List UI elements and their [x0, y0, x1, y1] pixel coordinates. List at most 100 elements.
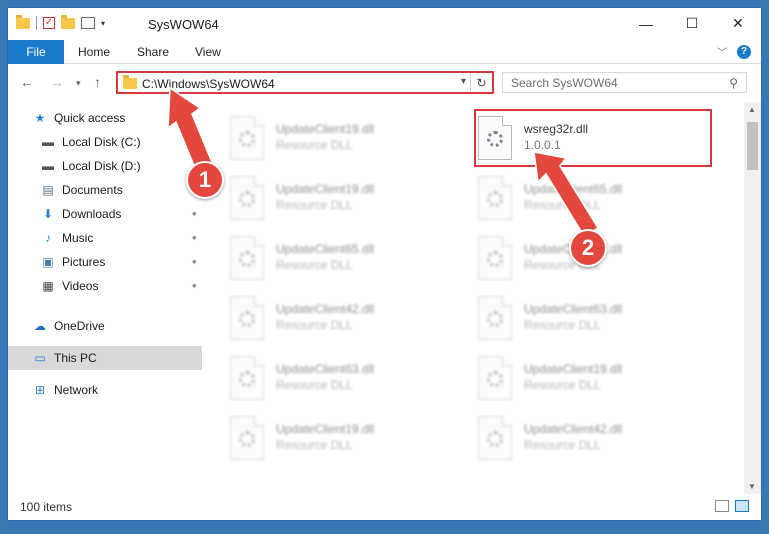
dll-file-icon	[478, 356, 512, 400]
gear-icon	[487, 431, 503, 447]
tab-share[interactable]: Share	[137, 45, 169, 59]
tab-view[interactable]: View	[195, 45, 221, 59]
drive-icon: ▬	[42, 135, 54, 149]
dll-file-icon	[230, 116, 264, 160]
explorer-window: ✓ ▾ SysWOW64 — ☐ ✕ File Home Share View …	[7, 7, 762, 521]
gear-icon	[487, 251, 503, 267]
minimize-button[interactable]: —	[623, 8, 669, 39]
file-item[interactable]: UpdateClient19.dll Resource DLL	[208, 170, 446, 226]
sidebar-item-videos[interactable]: ▦ Videos ✦	[8, 274, 202, 298]
sidebar-item-local-disk-d[interactable]: ▬ Local Disk (D:)	[8, 154, 202, 178]
sidebar-item-downloads[interactable]: ⬇ Downloads ✦	[8, 202, 202, 226]
dll-file-icon	[478, 176, 512, 220]
navigation-bar: ← → ▾ ↑ C:\Windows\SysWOW64 ▾ ↻ Search S…	[8, 65, 761, 99]
search-placeholder: Search SysWOW64	[511, 76, 618, 90]
view-toggle	[715, 500, 749, 512]
gear-icon	[239, 251, 255, 267]
search-input[interactable]: Search SysWOW64 ⚲	[502, 72, 747, 93]
pin-icon[interactable]: ✦	[190, 233, 198, 244]
quick-access-toolbar: ✓ ▾	[16, 14, 105, 30]
new-folder-icon[interactable]	[61, 14, 75, 29]
file-item[interactable]: UpdateClient42.dll Resource DLL	[456, 410, 694, 466]
file-item[interactable]: UpdateClient63.dll Resource DLL	[208, 350, 446, 406]
forward-arrow-icon[interactable]: →	[50, 74, 64, 90]
properties-icon[interactable]	[81, 17, 95, 29]
download-icon: ⬇	[42, 207, 54, 221]
ribbon: File Home Share View ﹀ ?	[8, 40, 761, 64]
customize-toolbar-icon[interactable]: ▾	[101, 19, 105, 28]
status-bar: 100 items	[8, 494, 761, 520]
maximize-button[interactable]: ☐	[669, 8, 715, 39]
file-list: UpdateClient19.dll Resource DLL UpdateCl…	[208, 102, 738, 494]
file-item[interactable]: UpdateClient65.dll Resource DLL	[456, 170, 694, 226]
sidebar-item-music[interactable]: ♪ Music ✦	[8, 226, 202, 250]
highlight-box	[474, 109, 712, 167]
dll-file-icon	[478, 416, 512, 460]
file-item[interactable]: UpdateClient42.dll Resource DLL	[208, 290, 446, 346]
title-bar: ✓ ▾ SysWOW64 — ☐ ✕	[8, 8, 761, 40]
gear-icon	[239, 191, 255, 207]
network-icon: ⊞	[34, 383, 46, 397]
scroll-down-icon[interactable]: ▼	[748, 482, 756, 491]
sidebar-item-this-pc[interactable]: ▭ This PC	[8, 346, 202, 370]
sidebar-item-local-disk-c[interactable]: ▬ Local Disk (C:)	[8, 130, 202, 154]
documents-icon: ▤	[42, 183, 54, 197]
window-controls: — ☐ ✕	[623, 8, 761, 39]
sidebar-item-documents[interactable]: ▤ Documents ✦	[8, 178, 202, 202]
address-dropdown-icon[interactable]: ▾	[461, 76, 466, 87]
file-item[interactable]: UpdateClient63.dll Resource DLL	[456, 290, 694, 346]
pin-icon[interactable]: ✦	[190, 209, 198, 220]
dll-file-icon	[230, 416, 264, 460]
sidebar-item-pictures[interactable]: ▣ Pictures ✦	[8, 250, 202, 274]
navigation-pane: ★ Quick access ▬ Local Disk (C:) ▬ Local…	[8, 102, 202, 494]
address-bar[interactable]: C:\Windows\SysWOW64 ▾ ↻	[116, 71, 494, 94]
close-button[interactable]: ✕	[715, 8, 761, 39]
gear-icon	[239, 131, 255, 147]
pin-icon[interactable]: ✦	[190, 257, 198, 268]
dll-file-icon	[478, 236, 512, 280]
recent-locations-chevron-icon[interactable]: ▾	[76, 78, 81, 89]
star-icon: ★	[34, 111, 46, 125]
videos-icon: ▦	[42, 279, 54, 293]
callout-1: 1	[186, 161, 224, 199]
gear-icon	[487, 191, 503, 207]
address-folder-icon	[123, 75, 137, 89]
dll-file-icon	[230, 296, 264, 340]
folder-icon	[16, 14, 30, 29]
scroll-up-icon[interactable]: ▲	[748, 105, 756, 114]
file-item[interactable]: UpdateClient19.dll Resource DLL	[456, 350, 694, 406]
gear-icon	[487, 311, 503, 327]
refresh-icon[interactable]: ↻	[470, 73, 492, 92]
expand-ribbon-icon[interactable]: ﹀	[717, 44, 727, 59]
help-icon[interactable]: ?	[737, 44, 751, 59]
gear-icon	[239, 431, 255, 447]
up-arrow-icon[interactable]: ↑	[94, 74, 101, 90]
callout-2: 2	[569, 229, 607, 267]
tab-home[interactable]: Home	[78, 45, 110, 59]
dll-file-icon	[230, 236, 264, 280]
pin-icon[interactable]: ✦	[190, 281, 198, 292]
pictures-icon: ▣	[42, 255, 54, 269]
tab-file[interactable]: File	[8, 40, 64, 64]
toolbar-divider	[36, 16, 37, 30]
search-icon[interactable]: ⚲	[729, 76, 738, 90]
back-arrow-icon[interactable]: ←	[20, 74, 34, 90]
file-item[interactable]: UpdateClient19.dll Resource DLL	[208, 410, 446, 466]
file-item[interactable]: UpdateClient65.dll Resource DLL	[208, 230, 446, 286]
music-icon: ♪	[45, 231, 51, 245]
file-item[interactable]: UpdateClient19.dll Resource DLL	[208, 110, 446, 166]
computer-icon: ▭	[34, 351, 46, 365]
ribbon-right: ﹀ ?	[717, 44, 751, 59]
dll-file-icon	[230, 176, 264, 220]
vertical-scrollbar[interactable]: ▲ ▼	[744, 102, 761, 494]
cloud-icon: ☁	[34, 319, 46, 333]
address-path[interactable]: C:\Windows\SysWOW64	[142, 77, 275, 91]
dll-file-icon	[230, 356, 264, 400]
details-view-icon[interactable]	[715, 500, 729, 512]
tiles-view-icon[interactable]	[735, 500, 749, 512]
sidebar-item-onedrive[interactable]: ☁ OneDrive	[8, 314, 202, 338]
sidebar-item-quick-access[interactable]: ★ Quick access	[8, 106, 202, 130]
sidebar-item-network[interactable]: ⊞ Network	[8, 378, 202, 402]
scroll-thumb[interactable]	[747, 122, 758, 170]
properties-check-icon[interactable]: ✓	[43, 17, 55, 29]
